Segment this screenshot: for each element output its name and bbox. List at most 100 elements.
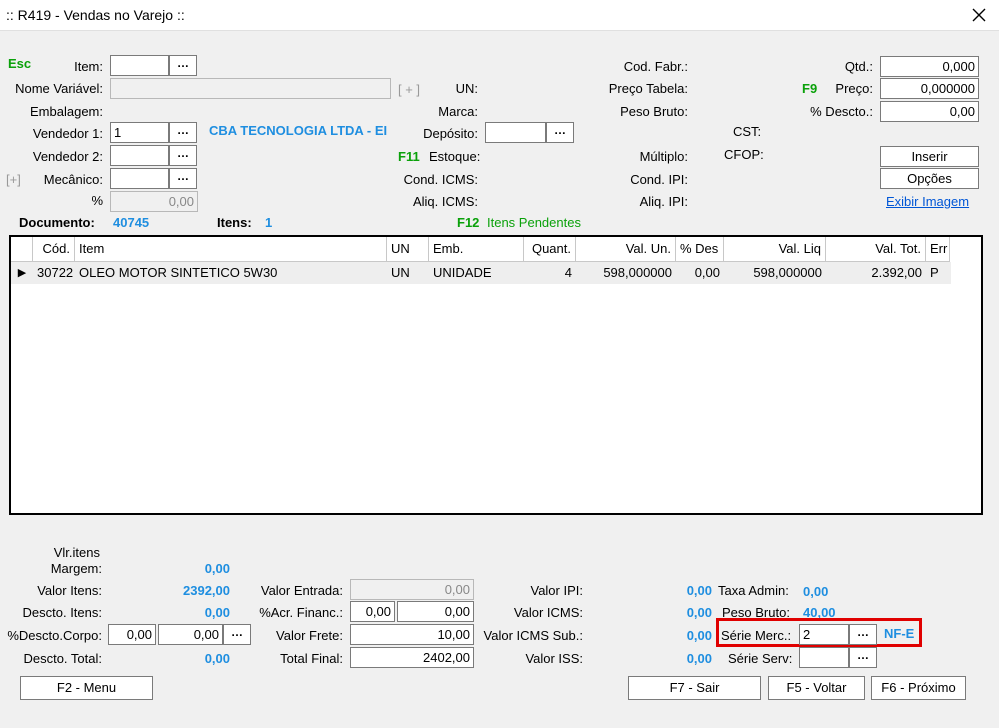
serie-merc-input[interactable]: 2 bbox=[799, 624, 849, 645]
serie-merc-lookup-button[interactable]: … bbox=[849, 624, 877, 645]
f9-shortcut: F9 bbox=[802, 81, 818, 96]
marca-label: Marca: bbox=[438, 104, 478, 119]
f7-sair-button[interactable]: F7 - Sair bbox=[628, 676, 761, 700]
nome-variavel-label: Nome Variável: bbox=[15, 81, 103, 96]
valor-ipi-value: 0,00 bbox=[686, 583, 712, 598]
estoque-label: Estoque: bbox=[429, 149, 481, 164]
header-item[interactable]: Item bbox=[75, 237, 387, 262]
vlr-itens-margem-value: 0,00 bbox=[204, 561, 230, 576]
title-bar: :: R419 - Vendas no Varejo :: bbox=[0, 0, 999, 31]
taxa-admin-label: Taxa Admin: bbox=[718, 583, 789, 598]
total-final-label: Total Final: bbox=[280, 651, 343, 666]
pct-descto-label: % Descto.: bbox=[810, 104, 873, 119]
header-indicator-cell bbox=[11, 237, 33, 262]
deposito-input[interactable] bbox=[485, 122, 546, 143]
item-input[interactable] bbox=[110, 55, 169, 76]
item-label: Item: bbox=[74, 59, 103, 74]
itens-value: 1 bbox=[265, 215, 273, 230]
total-final-input[interactable]: 2402,00 bbox=[350, 647, 474, 668]
valor-icms-value: 0,00 bbox=[686, 605, 712, 620]
valor-ipi-label: Valor IPI: bbox=[530, 583, 583, 598]
itens-pendentes-link[interactable]: Itens Pendentes bbox=[487, 215, 581, 230]
itens-label: Itens: bbox=[217, 215, 252, 230]
pct-descto-input[interactable]: 0,00 bbox=[880, 101, 979, 122]
items-grid[interactable]: Cód. Item UN Emb. Quant. Val. Un. % Des … bbox=[9, 235, 983, 515]
header-val-un[interactable]: Val. Un. bbox=[576, 237, 676, 262]
item-lookup-button[interactable]: … bbox=[169, 55, 197, 76]
mecanico-expand[interactable]: [+] bbox=[6, 172, 21, 187]
valor-entrada-label: Valor Entrada: bbox=[260, 583, 343, 598]
vendedor2-input[interactable] bbox=[110, 145, 169, 166]
header-err[interactable]: Err bbox=[926, 237, 950, 262]
pct-input[interactable]: 0,00 bbox=[110, 191, 198, 212]
descto-corpo-pct-input[interactable]: 0,00 bbox=[108, 624, 156, 645]
grid-header: Cód. Item UN Emb. Quant. Val. Un. % Des … bbox=[11, 237, 951, 262]
cell-val-tot[interactable]: 2.392,00 bbox=[826, 262, 926, 284]
header-quant[interactable]: Quant. bbox=[524, 237, 576, 262]
cell-err[interactable]: P bbox=[926, 262, 950, 284]
serie-serv-label: Série Serv: bbox=[728, 651, 793, 666]
header-un[interactable]: UN bbox=[387, 237, 429, 262]
header-emb[interactable]: Emb. bbox=[429, 237, 524, 262]
opcoes-button[interactable]: Opções bbox=[880, 168, 979, 189]
serie-serv-lookup-button[interactable]: … bbox=[849, 647, 877, 668]
header-pct-des[interactable]: % Des bbox=[676, 237, 724, 262]
acr-financ-label: %Acr. Financ.: bbox=[259, 605, 343, 620]
header-cod[interactable]: Cód. bbox=[33, 237, 75, 262]
cell-un[interactable]: UN bbox=[387, 262, 429, 284]
cell-pct-des[interactable]: 0,00 bbox=[676, 262, 724, 284]
close-icon[interactable] bbox=[960, 1, 998, 29]
documento-value: 40745 bbox=[113, 215, 150, 230]
serie-serv-input[interactable] bbox=[799, 647, 849, 668]
cell-item[interactable]: OLEO MOTOR SINTETICO 5W30 bbox=[75, 262, 387, 284]
window-title: :: R419 - Vendas no Varejo :: bbox=[6, 7, 185, 23]
vlr-itens-margem-label-2: Margem: bbox=[50, 561, 102, 576]
preco-input[interactable]: 0,000000 bbox=[880, 78, 979, 99]
f11-shortcut: F11 bbox=[398, 149, 420, 164]
taxa-admin-value: 0,00 bbox=[803, 584, 829, 599]
acr-financ-value-input[interactable]: 0,00 bbox=[397, 601, 474, 622]
vendedor1-lookup-button[interactable]: … bbox=[169, 122, 197, 143]
nfe-label: NF-E bbox=[884, 626, 915, 641]
exibir-imagem-link[interactable]: Exibir Imagem bbox=[886, 194, 969, 209]
mecanico-label: Mecânico: bbox=[43, 172, 103, 187]
vendedor2-label: Vendedor 2: bbox=[32, 149, 103, 164]
f6-proximo-button[interactable]: F6 - Próximo bbox=[871, 676, 966, 700]
documento-label: Documento: bbox=[19, 215, 95, 230]
valor-frete-input[interactable]: 10,00 bbox=[350, 624, 474, 645]
descto-corpo-label: %Descto.Corpo: bbox=[7, 628, 102, 643]
header-val-tot[interactable]: Val. Tot. bbox=[826, 237, 926, 262]
valor-itens-value: 2392,00 bbox=[183, 583, 230, 598]
pct-label: % bbox=[91, 193, 103, 208]
peso-bruto-label: Peso Bruto: bbox=[620, 104, 688, 119]
f5-voltar-button[interactable]: F5 - Voltar bbox=[768, 676, 865, 700]
table-row[interactable]: ▶ 30722 OLEO MOTOR SINTETICO 5W30 UN UNI… bbox=[11, 262, 951, 284]
cell-cod[interactable]: 30722 bbox=[33, 262, 75, 284]
mecanico-lookup-button[interactable]: … bbox=[169, 168, 197, 189]
vlr-itens-margem-label-1: Vlr.itens bbox=[53, 545, 100, 560]
inserir-button[interactable]: Inserir bbox=[880, 146, 979, 167]
esc-shortcut: Esc bbox=[8, 56, 32, 71]
acr-financ-pct-input[interactable]: 0,00 bbox=[350, 601, 395, 622]
cell-val-un[interactable]: 598,000000 bbox=[576, 262, 676, 284]
header-val-liq[interactable]: Val. Liq bbox=[724, 237, 826, 262]
deposito-lookup-button[interactable]: … bbox=[546, 122, 574, 143]
cell-emb[interactable]: UNIDADE bbox=[429, 262, 524, 284]
cell-quant[interactable]: 4 bbox=[524, 262, 576, 284]
un-label: UN: bbox=[455, 81, 478, 96]
f2-menu-button[interactable]: F2 - Menu bbox=[20, 676, 153, 700]
valor-frete-label: Valor Frete: bbox=[276, 628, 343, 643]
valor-entrada-input[interactable]: 0,00 bbox=[350, 579, 474, 600]
qtd-input[interactable]: 0,000 bbox=[880, 56, 979, 77]
nome-variavel-expand[interactable]: [ + ] bbox=[398, 82, 420, 97]
vendedor2-lookup-button[interactable]: … bbox=[169, 145, 197, 166]
cell-val-liq[interactable]: 598,000000 bbox=[724, 262, 826, 284]
descto-corpo-value-input[interactable]: 0,00 bbox=[158, 624, 223, 645]
mecanico-input[interactable] bbox=[110, 168, 169, 189]
valor-iss-label: Valor ISS: bbox=[525, 651, 583, 666]
descto-total-label: Descto. Total: bbox=[23, 651, 102, 666]
nome-variavel-input[interactable] bbox=[110, 78, 391, 99]
aliq-ipi-label: Aliq. IPI: bbox=[639, 194, 688, 209]
vendedor1-input[interactable]: 1 bbox=[110, 122, 169, 143]
valor-itens-label: Valor Itens: bbox=[37, 583, 102, 598]
